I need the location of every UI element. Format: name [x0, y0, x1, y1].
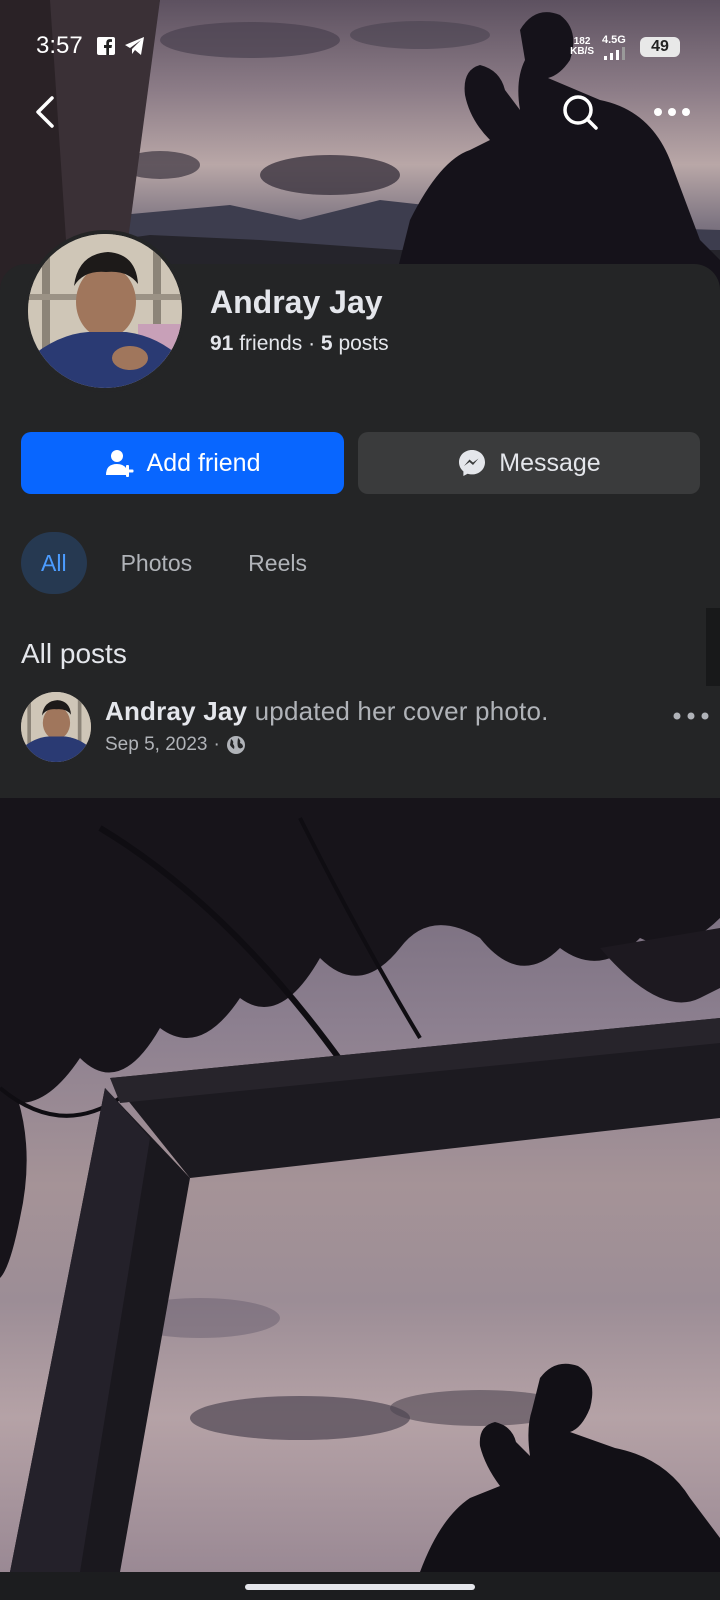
all-posts-title: All posts — [21, 638, 127, 669]
tab-all[interactable]: All — [21, 532, 87, 594]
post-action-text: updated her cover photo. — [254, 696, 549, 726]
system-navigation-bar — [0, 1572, 720, 1600]
profile-tabs: All Photos Reels — [21, 532, 327, 594]
globe-icon — [226, 736, 245, 754]
status-time: 3:57 — [36, 32, 83, 59]
tab-photos[interactable]: Photos — [101, 532, 213, 594]
signal-strength-icon — [604, 47, 625, 60]
messenger-icon — [459, 450, 486, 476]
avatar-photo — [28, 234, 182, 388]
post-date[interactable]: Sep 5, 2023 — [105, 734, 207, 756]
message-label: Message — [499, 448, 601, 477]
post-headline: Andray Jay updated her cover photo. — [105, 696, 549, 727]
notification-icons — [96, 36, 146, 56]
search-icon[interactable] — [560, 92, 600, 132]
post-avatar-photo — [21, 692, 91, 762]
chevron-left-icon[interactable] — [28, 94, 64, 130]
post-image-scene — [0, 798, 720, 1572]
more-horizontal-icon[interactable] — [652, 100, 692, 124]
post-image[interactable] — [0, 798, 720, 1572]
telegram-notification-icon — [125, 37, 144, 55]
network-type: 4.5G — [602, 34, 626, 46]
profile-stats: 91 friends · 5 posts — [210, 332, 389, 356]
friends-label[interactable]: friends — [239, 332, 302, 355]
battery-indicator: 49 — [640, 37, 680, 57]
profile-avatar[interactable] — [28, 234, 182, 388]
add-friend-button[interactable]: Add friend — [21, 432, 344, 494]
stats-separator: · — [308, 332, 316, 355]
friends-count: 91 — [210, 332, 234, 355]
posts-count: 5 — [320, 332, 333, 355]
status-right-icons: 182 KB/S 4.5G 49 — [570, 34, 680, 60]
post-meta: Sep 5, 2023 · — [105, 734, 246, 756]
post-author-avatar[interactable] — [21, 692, 91, 762]
post-more-icon[interactable] — [671, 706, 711, 726]
message-button[interactable]: Message — [358, 432, 700, 494]
scroll-indicator[interactable] — [706, 608, 720, 686]
facebook-notification-icon — [97, 37, 115, 55]
status-bar: 3:57 182 KB/S 4.5G 49 — [0, 0, 720, 92]
posts-label: posts — [338, 332, 389, 355]
post-author-name[interactable]: Andray Jay — [105, 696, 247, 726]
profile-avatar-ring — [24, 230, 186, 392]
profile-card: Andray Jay 91 friends · 5 posts Add frie… — [0, 230, 720, 798]
signal-group: 4.5G — [602, 34, 632, 60]
add-friend-label: Add friend — [146, 448, 261, 477]
tab-reels[interactable]: Reels — [228, 532, 327, 594]
profile-name: Andray Jay — [210, 284, 383, 320]
post-meta-separator: · — [213, 734, 220, 755]
post-header: Andray Jay updated her cover photo. Sep … — [21, 692, 711, 772]
home-indicator[interactable] — [245, 1584, 475, 1590]
network-speed: 182 KB/S — [570, 36, 594, 57]
add-person-icon — [105, 450, 134, 477]
